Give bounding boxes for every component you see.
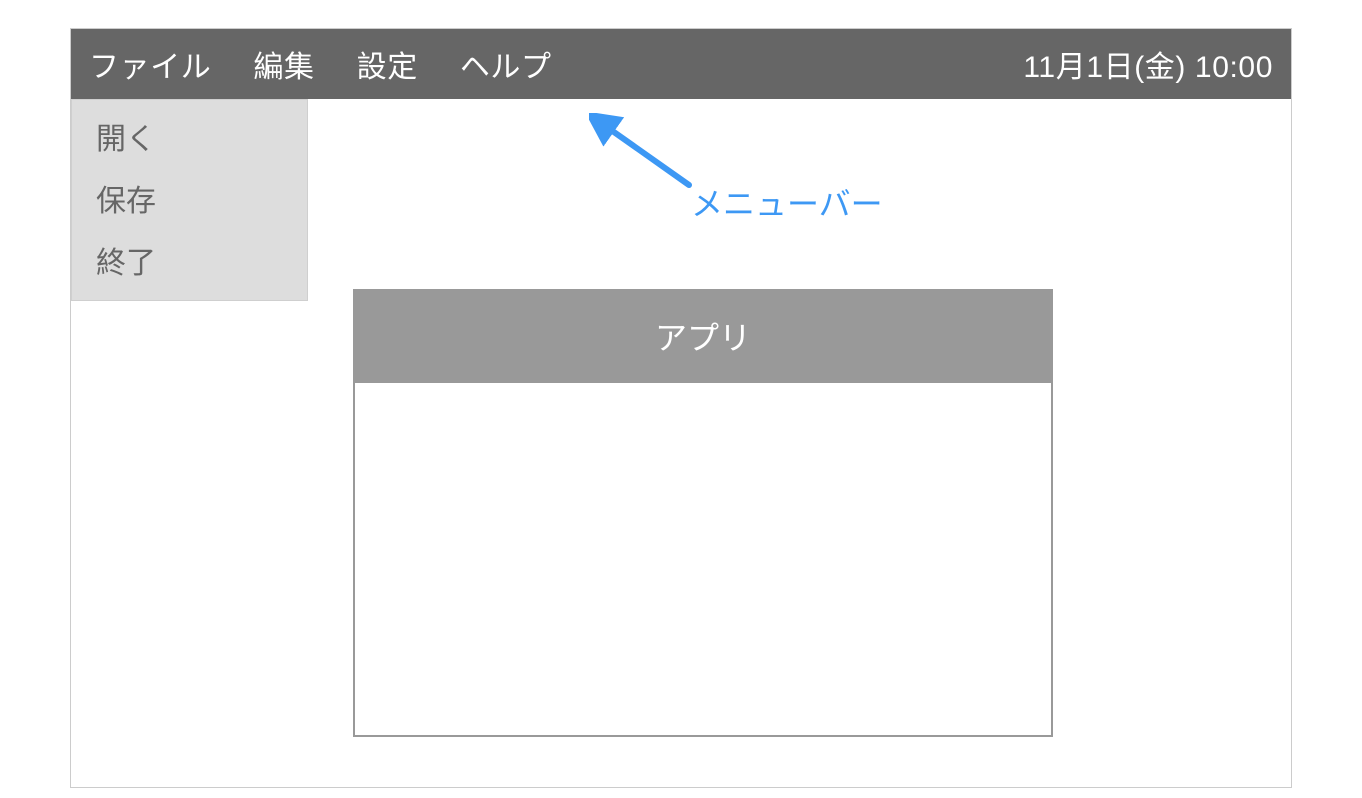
- dropdown-item-exit[interactable]: 終了: [96, 238, 283, 282]
- menubar: ファイル 編集 設定 ヘルプ 11月1日(金) 10:00: [71, 29, 1291, 99]
- menubar-datetime: 11月1日(金) 10:00: [1023, 42, 1273, 86]
- menubar-left: ファイル 編集 設定 ヘルプ: [89, 42, 552, 86]
- dropdown-item-save[interactable]: 保存: [96, 176, 283, 220]
- desktop-frame: ファイル 編集 設定 ヘルプ 11月1日(金) 10:00 開く 保存 終了 ア…: [70, 28, 1292, 788]
- file-dropdown-menu: 開く 保存 終了: [71, 99, 308, 301]
- app-window-title: アプリ: [655, 313, 751, 359]
- app-window[interactable]: アプリ: [353, 289, 1053, 737]
- menu-settings[interactable]: 設定: [357, 42, 418, 86]
- menu-file[interactable]: ファイル: [89, 42, 211, 86]
- annotation-arrow-icon: [589, 113, 699, 193]
- menu-help[interactable]: ヘルプ: [460, 42, 552, 86]
- dropdown-item-open[interactable]: 開く: [96, 114, 283, 158]
- app-window-titlebar[interactable]: アプリ: [355, 291, 1051, 383]
- annotation-label: メニューバー: [691, 179, 883, 225]
- menu-edit[interactable]: 編集: [253, 42, 314, 86]
